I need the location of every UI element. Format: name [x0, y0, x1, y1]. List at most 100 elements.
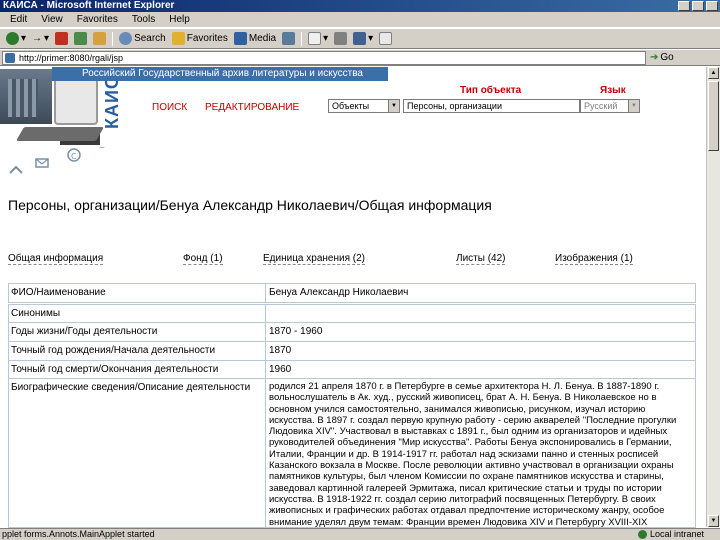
- media-icon: [233, 32, 247, 45]
- close-icon[interactable]: [706, 1, 718, 11]
- language-select[interactable]: Русский ▼: [580, 99, 640, 113]
- refresh-icon: [74, 32, 88, 45]
- row-label: Синонимы: [8, 304, 266, 324]
- intranet-zone-icon: [637, 530, 647, 539]
- security-zone: Local intranet: [637, 529, 704, 540]
- browser-toolbar: ▾ → ▾ Search Favorites Media ▾ ▾: [0, 29, 720, 49]
- table-row: Синонимы: [8, 304, 698, 324]
- zone-label: Local intranet: [649, 529, 704, 539]
- row-value: 1870 - 1960: [266, 322, 696, 342]
- scroll-up-icon[interactable]: ▲: [708, 67, 719, 79]
- row-value: Бенуа Александр Николаевич: [266, 283, 696, 303]
- history-button[interactable]: [282, 32, 296, 45]
- page-title: Персоны, организации/Бенуа Александр Ник…: [8, 197, 492, 213]
- menu-tools[interactable]: Tools: [132, 14, 155, 25]
- mail-icon: [308, 32, 322, 45]
- row-label: Годы жизни/Годы деятельности: [8, 322, 266, 342]
- search-button[interactable]: Search: [119, 32, 166, 45]
- scrollbar-thumb[interactable]: [708, 81, 719, 151]
- address-input[interactable]: http://primer:8080/rgali/jsp: [2, 50, 646, 65]
- menu-bar: Edit View Favorites Tools Help: [0, 12, 720, 28]
- svg-text:C: C: [71, 152, 77, 161]
- row-label: Точный год смерти/Окончания деятельности: [8, 360, 266, 380]
- maximize-icon[interactable]: [692, 1, 704, 11]
- go-arrow-icon: ➔: [650, 52, 659, 63]
- table-row: Биографические сведения/Описание деятель…: [8, 378, 698, 528]
- status-text: pplet forms.Annots.MainApplet started: [2, 529, 155, 539]
- biography-text: родился 21 апреля 1870 г. в Петербурге в…: [266, 378, 696, 528]
- back-arrow-icon: [6, 32, 19, 45]
- toolbar-separator: [112, 31, 114, 46]
- tab-general-info[interactable]: Общая информация: [8, 253, 104, 265]
- back-button[interactable]: ▾: [6, 32, 26, 45]
- go-button[interactable]: ➔ Go: [650, 52, 674, 63]
- minimize-icon[interactable]: [678, 1, 690, 11]
- tab-storage-unit[interactable]: Единица хранения (2): [263, 253, 365, 265]
- go-label: Go: [660, 52, 674, 63]
- row-label: Точный год рождения/Начала деятельности: [8, 341, 266, 361]
- status-bar: pplet forms.Annots.MainApplet started Lo…: [0, 528, 720, 540]
- tab-fond[interactable]: Фонд (1): [183, 253, 223, 265]
- menu-view[interactable]: View: [41, 14, 63, 25]
- home-button[interactable]: [93, 32, 107, 45]
- table-row: Годы жизни/Годы деятельности 1870 - 1960: [8, 322, 698, 342]
- media-button[interactable]: Media: [233, 32, 277, 45]
- forward-arrow-icon: →: [32, 33, 43, 44]
- search-icon: [119, 32, 133, 45]
- vertical-scrollbar[interactable]: ▲ ▼: [706, 67, 720, 527]
- window-controls: [678, 1, 718, 11]
- forward-button[interactable]: → ▾: [32, 33, 49, 44]
- language-label: Язык: [600, 85, 626, 96]
- print-button[interactable]: [334, 32, 348, 45]
- home-icon: [93, 32, 107, 45]
- address-url: http://primer:8080/rgali/jsp: [19, 52, 124, 63]
- building-image: [0, 69, 52, 124]
- web-page: КАИСА C ? Российский Государственный арх…: [0, 67, 706, 528]
- keyboard-icon: [15, 127, 105, 141]
- objects-select-value: Объекты: [332, 101, 370, 111]
- window-title-bar: КАИСА - Microsoft Internet Explorer: [0, 0, 720, 12]
- info-tabs: Общая информация Фонд (1) Единица хранен…: [8, 253, 698, 267]
- toolbar-separator: [301, 31, 303, 46]
- stop-button[interactable]: [55, 32, 69, 45]
- object-type-select[interactable]: Персоны, организации ▼: [403, 99, 591, 113]
- archive-name-banner: Российский Государственный архив литерат…: [52, 67, 388, 81]
- history-icon: [282, 32, 296, 45]
- window-title: КАИСА - Microsoft Internet Explorer: [3, 0, 175, 11]
- page-icon: [5, 52, 15, 63]
- objects-select[interactable]: Объекты ▼: [328, 99, 400, 113]
- scroll-down-icon[interactable]: ▼: [708, 515, 719, 527]
- dropdown-arrow-icon[interactable]: ▼: [628, 100, 639, 112]
- address-bar: http://primer:8080/rgali/jsp ➔ Go: [0, 50, 720, 66]
- print-icon: [334, 32, 348, 45]
- nav-edit-link[interactable]: РЕДАКТИРОВАНИЕ: [205, 102, 299, 113]
- refresh-button[interactable]: [74, 32, 88, 45]
- table-row: Точный год рождения/Начала деятельности …: [8, 341, 698, 361]
- language-select-value: Русский: [584, 101, 618, 111]
- object-type-label: Тип объекта: [460, 85, 522, 96]
- menu-favorites[interactable]: Favorites: [77, 14, 118, 25]
- table-row: ФИО/Наименование Бенуа Александр Николае…: [8, 283, 698, 303]
- search-label: Search: [134, 33, 166, 44]
- logo-decoration-icons: C ?: [9, 147, 106, 174]
- mail-button[interactable]: ▾: [308, 32, 328, 45]
- object-type-select-value: Персоны, организации: [407, 101, 502, 111]
- row-value: [266, 304, 696, 324]
- discuss-button[interactable]: [379, 32, 393, 45]
- menu-help[interactable]: Help: [169, 14, 190, 25]
- media-label: Media: [248, 33, 277, 44]
- nav-search-link[interactable]: ПОИСК: [152, 102, 187, 113]
- menu-edit[interactable]: Edit: [10, 14, 27, 25]
- edit-page-button[interactable]: ▾: [353, 32, 373, 45]
- dropdown-arrow-icon[interactable]: ▼: [388, 100, 399, 112]
- stop-icon: [55, 32, 69, 45]
- favorites-button[interactable]: Favorites: [171, 32, 228, 45]
- row-label: ФИО/Наименование: [8, 283, 266, 303]
- favorites-label: Favorites: [186, 33, 228, 44]
- row-label: Биографические сведения/Описание деятель…: [8, 378, 266, 528]
- favorites-icon: [171, 32, 185, 45]
- edit-icon: [353, 32, 367, 45]
- tab-sheets[interactable]: Листы (42): [456, 253, 506, 265]
- tab-images[interactable]: Изображения (1): [555, 253, 633, 265]
- row-value: 1870: [266, 341, 696, 361]
